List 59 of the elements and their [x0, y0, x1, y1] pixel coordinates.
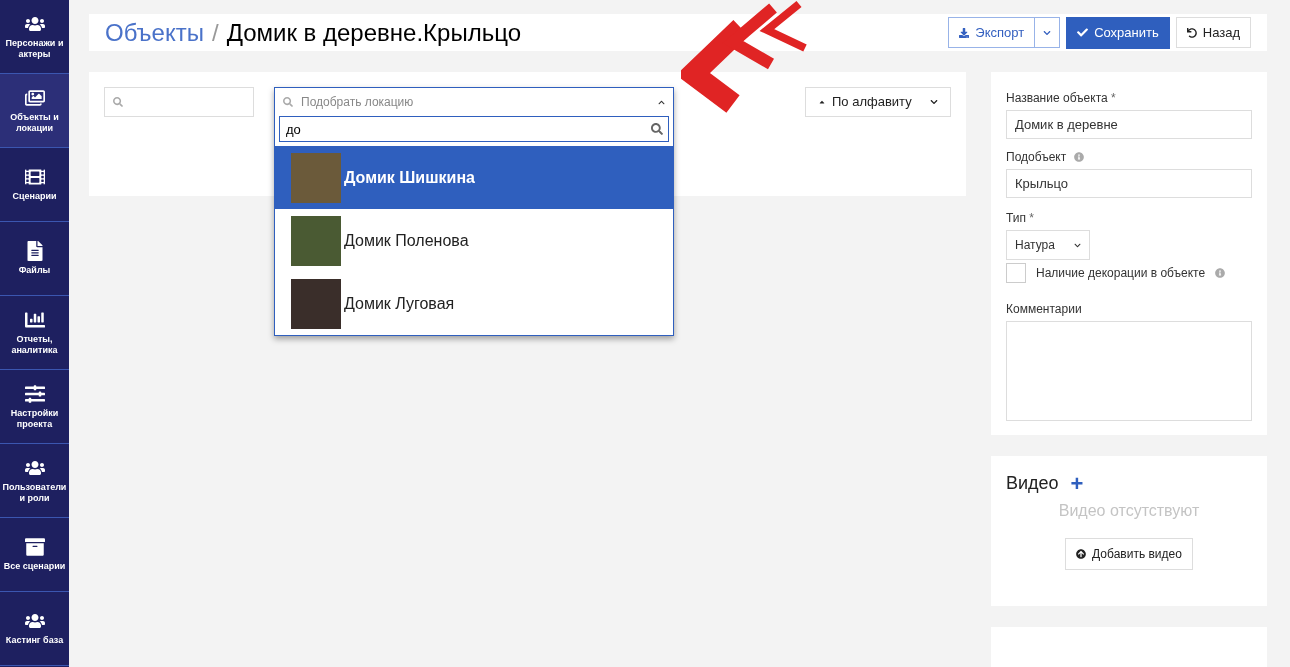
add-video-button[interactable]: Добавить видео [1065, 538, 1193, 570]
back-button[interactable]: Назад [1175, 17, 1251, 48]
search-icon [651, 123, 663, 135]
sidebar-item[interactable]: Файлы [0, 222, 69, 296]
location-search-field[interactable]: до [279, 116, 669, 142]
location-option[interactable]: Домик Поленова [275, 209, 673, 272]
breadcrumb-separator: / [212, 17, 219, 48]
sliders-icon [24, 383, 45, 404]
sidebar-item[interactable]: Настройки проекта [0, 370, 69, 444]
sidebar-item[interactable]: Отчеты, аналитика [0, 296, 69, 370]
location-dropdown[interactable]: Подобрать локацию до Домик Шишкина Домик Поленова Домик Луговая [274, 87, 674, 336]
undo-icon [1186, 27, 1197, 38]
film-icon [24, 167, 45, 187]
empty-message: Видео отсутствуют [1057, 501, 1201, 521]
subobject-field[interactable]: Крыльцо [1006, 169, 1252, 198]
archive-icon [24, 537, 45, 557]
sidebar-item[interactable]: Кастинг база [0, 592, 69, 666]
section-title: Видео [1006, 472, 1059, 495]
sidebar-item[interactable]: Объекты и локации [0, 74, 69, 148]
chevron-icon [658, 98, 665, 106]
field-label: Тип * [1006, 210, 1036, 227]
caret-icon [1043, 28, 1052, 37]
chevron-icon [930, 98, 938, 106]
sidebar-item[interactable]: Пользователи и роли [0, 444, 69, 518]
field-label: Название объекта * [1006, 90, 1117, 107]
photo-placeholder [291, 152, 341, 203]
caret-up-icon [818, 98, 826, 106]
sort-button[interactable]: По алфавиту [805, 87, 951, 117]
type-select[interactable]: Натура [1006, 230, 1090, 260]
checkbox[interactable] [1006, 263, 1026, 283]
name-field[interactable]: Домик в деревне [1006, 110, 1252, 139]
location-placeholder: Подобрать локацию [301, 94, 414, 111]
photo-placeholder [291, 278, 341, 329]
sidebar-item[interactable]: Сценарии [0, 148, 69, 222]
search-field[interactable] [104, 87, 254, 117]
location-option[interactable]: Домик Луговая [275, 272, 673, 335]
upload-icon [1076, 549, 1087, 559]
sidebar-item[interactable]: Все сценарии [0, 518, 69, 592]
location-option[interactable]: Домик Шишкина [275, 146, 673, 209]
images-icon [24, 87, 45, 108]
add-video-icon-button[interactable]: + [1070, 472, 1084, 495]
export-button[interactable]: Экспорт [948, 17, 1036, 48]
save-button[interactable]: Сохранить [1066, 16, 1170, 49]
checkbox-label: Наличие декорации в объекте [1036, 265, 1206, 282]
check-icon [1077, 27, 1089, 38]
comments-field[interactable] [1006, 321, 1252, 421]
breadcrumb-link[interactable]: Объекты [105, 14, 204, 51]
photo-placeholder [291, 215, 341, 266]
info-icon [1074, 152, 1085, 162]
info-icon [1215, 268, 1226, 278]
search-icon [283, 97, 293, 107]
chevron-icon [1074, 241, 1081, 249]
page-title: Домик в деревне.Крыльцо [226, 17, 521, 48]
export-menu-button[interactable] [1035, 17, 1061, 48]
field-label: Подобъект [1006, 149, 1067, 166]
download-icon [959, 27, 970, 38]
field-label: Комментарии [1006, 301, 1083, 318]
people-icon [24, 611, 45, 631]
search-icon [113, 97, 123, 107]
